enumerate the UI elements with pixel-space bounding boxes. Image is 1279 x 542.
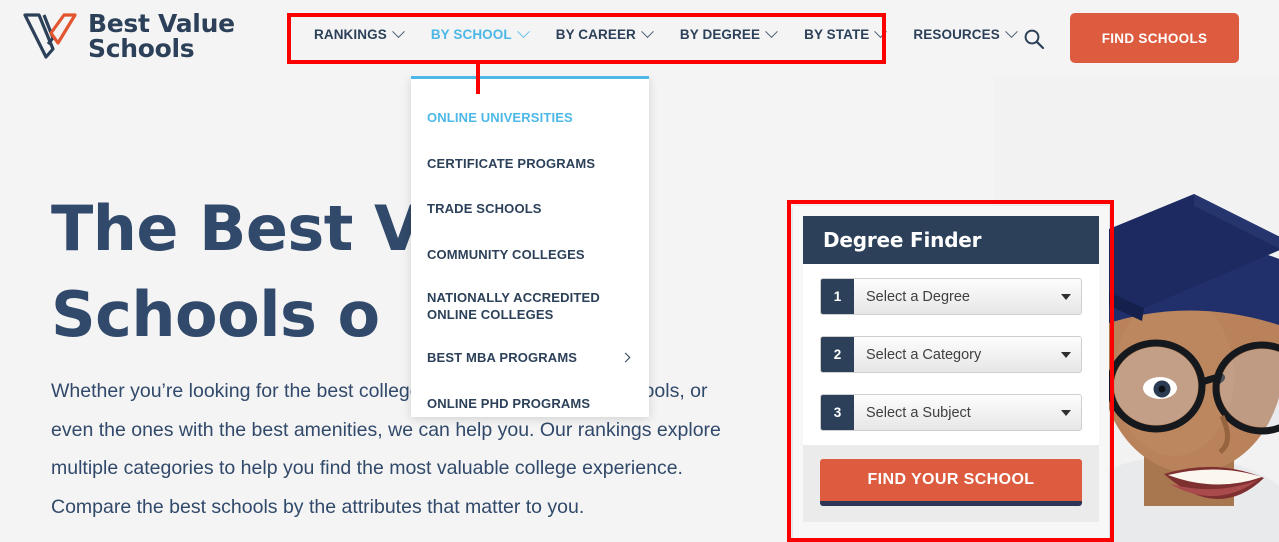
find-your-school-button[interactable]: FIND YOUR SCHOOL <box>820 459 1082 506</box>
dropdown-item-label: CERTIFICATE PROGRAMS <box>427 155 596 171</box>
nav-item-label: BY SCHOOL <box>430 27 512 42</box>
dropdown-item-best-mba-programs[interactable]: BEST MBA PROGRAMS <box>411 335 649 381</box>
chevron-right-icon <box>620 352 631 363</box>
step-number-3: 3 <box>821 395 854 430</box>
dropdown-item-nationally-accredited-online-colleges[interactable]: NATIONALLY ACCREDITED ONLINE COLLEGES <box>411 277 649 335</box>
nav-item-by-degree[interactable]: BY DEGREE <box>666 25 790 42</box>
page-title-line-1: The Best V <box>51 192 422 265</box>
degree-finder-panel: Degree Finder 1 Select a Degree 2 Select… <box>793 206 1109 540</box>
nav-item-by-state[interactable]: BY STATE <box>790 25 899 42</box>
logo-text-line-1: Best Value <box>88 9 235 38</box>
nav-item-label: BY STATE <box>804 27 870 42</box>
dropdown-item-label: NATIONALLY ACCREDITED ONLINE COLLEGES <box>427 290 600 322</box>
nav-item-label: RANKINGS <box>314 27 387 42</box>
select-degree-dropdown[interactable]: 1 Select a Degree <box>820 278 1082 315</box>
dropdown-item-label: ONLINE PHD PROGRAMS <box>427 395 591 411</box>
chevron-down-icon <box>516 25 530 39</box>
dropdown-item-label: ONLINE UNIVERSITIES <box>427 110 573 126</box>
chevron-down-icon <box>765 25 778 39</box>
select-category-label: Select a Category <box>866 346 982 363</box>
page-title-line-2: Schools o <box>51 278 380 351</box>
site-header: Best Value Schools RANKINGS BY SCHOOL BY… <box>0 0 1279 76</box>
nav-item-label: RESOURCES <box>913 27 1000 42</box>
nav-item-label: BY DEGREE <box>679 27 761 42</box>
chevron-down-icon <box>641 25 654 39</box>
find-schools-button[interactable]: FIND SCHOOLS <box>1070 13 1239 63</box>
step-number-2: 2 <box>821 337 854 372</box>
page-title: The Best V Schools o <box>51 186 422 358</box>
nav-item-rankings[interactable]: RANKINGS <box>300 25 417 42</box>
nav-item-by-school[interactable]: BY SCHOOL <box>417 25 542 42</box>
chevron-down-icon <box>391 25 405 39</box>
logo-text-line-2: Schools <box>88 34 195 63</box>
dropdown-item-trade-schools[interactable]: TRADE SCHOOLS <box>411 186 649 232</box>
dropdown-item-community-colleges[interactable]: COMMUNITY COLLEGES <box>411 232 649 278</box>
dropdown-item-certificate-programs[interactable]: CERTIFICATE PROGRAMS <box>411 141 649 187</box>
nav-item-resources[interactable]: RESOURCES <box>899 25 1029 42</box>
annotation-connector-line <box>476 64 480 94</box>
dropdown-item-online-universities[interactable]: ONLINE UNIVERSITIES <box>411 95 649 141</box>
logo-text: Best Value Schools <box>88 11 235 61</box>
bvs-v-logo-icon <box>23 13 77 59</box>
degree-finder-title: Degree Finder <box>803 216 1099 264</box>
chevron-down-icon <box>1051 395 1081 430</box>
chevron-down-icon <box>1051 337 1081 372</box>
dropdown-item-label: COMMUNITY COLLEGES <box>427 246 585 262</box>
degree-finder-body: 1 Select a Degree 2 Select a Category 3 … <box>803 264 1099 445</box>
degree-finder-footer: FIND YOUR SCHOOL <box>803 445 1099 522</box>
search-icon[interactable] <box>1022 27 1046 51</box>
site-logo[interactable]: Best Value Schools <box>22 11 235 61</box>
nav-item-label: BY CAREER <box>555 27 636 42</box>
dropdown-item-label: TRADE SCHOOLS <box>427 201 542 217</box>
select-subject-label: Select a Subject <box>866 404 971 421</box>
select-subject-dropdown[interactable]: 3 Select a Subject <box>820 394 1082 431</box>
step-number-1: 1 <box>821 279 854 314</box>
by-school-dropdown-menu: ONLINE UNIVERSITIES CERTIFICATE PROGRAMS… <box>411 76 649 417</box>
chevron-down-icon <box>1051 279 1081 314</box>
main-navigation: RANKINGS BY SCHOOL BY CAREER BY DEGREE B… <box>300 25 1030 42</box>
chevron-down-icon <box>1004 25 1018 39</box>
select-category-dropdown[interactable]: 2 Select a Category <box>820 336 1082 373</box>
select-degree-label: Select a Degree <box>866 288 970 305</box>
chevron-down-icon <box>874 25 888 39</box>
nav-item-by-career[interactable]: BY CAREER <box>542 25 666 42</box>
dropdown-item-label: BEST MBA PROGRAMS <box>427 350 578 366</box>
dropdown-item-online-phd-programs[interactable]: ONLINE PHD PROGRAMS <box>411 381 649 427</box>
